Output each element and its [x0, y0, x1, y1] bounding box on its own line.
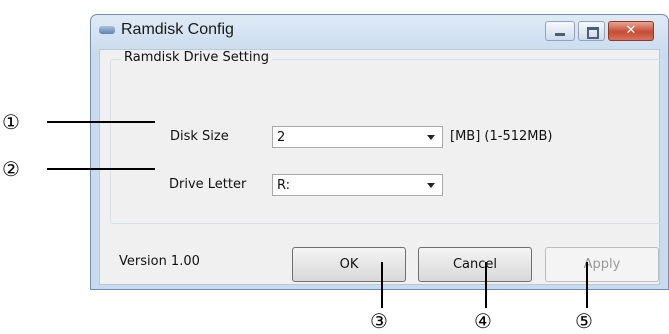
callout-1: ① [2, 110, 20, 134]
drive-letter-value: R: [277, 178, 291, 193]
drive-letter-combobox[interactable]: R: [272, 174, 443, 196]
callout-5-leader-line [586, 262, 588, 308]
disk-size-unit-hint: [MB] (1-512MB) [450, 129, 553, 144]
apply-button[interactable]: Apply [545, 247, 659, 282]
disk-size-value: 2 [277, 130, 286, 145]
disk-size-label: Disk Size [170, 129, 229, 144]
dialog-client-area: Ramdisk Drive Setting Disk Size 2 [MB] (… [99, 49, 663, 285]
maximize-button[interactable] [578, 21, 605, 41]
maximize-icon [587, 27, 599, 39]
window-title: Ramdisk Config [121, 21, 234, 38]
callout-5: ⑤ [575, 309, 593, 333]
drive-letter-label: Drive Letter [169, 177, 247, 192]
app-icon [99, 26, 115, 34]
group-label: Ramdisk Drive Setting [121, 50, 273, 65]
minimize-icon [555, 33, 565, 36]
minimize-button[interactable] [545, 21, 575, 41]
ramdisk-config-window: Ramdisk Config ✕ Ramdisk Drive Setting D… [90, 14, 669, 290]
title-bar[interactable]: Ramdisk Config ✕ [91, 15, 668, 47]
callout-2: ② [2, 157, 20, 181]
cancel-button[interactable]: Cancel [418, 247, 532, 282]
close-icon: ✕ [625, 23, 637, 38]
disk-size-combobox[interactable]: 2 [272, 126, 443, 148]
callout-4-leader-line [485, 262, 487, 308]
version-label: Version 1.00 [119, 254, 200, 269]
close-button[interactable]: ✕ [608, 21, 654, 41]
callout-4: ④ [474, 309, 492, 333]
callout-1-leader-line [47, 121, 155, 123]
callout-3: ③ [370, 309, 388, 333]
ok-button[interactable]: OK [292, 247, 406, 282]
chevron-down-icon[interactable] [427, 135, 435, 140]
chevron-down-icon[interactable] [427, 183, 435, 188]
callout-2-leader-line [47, 168, 155, 170]
callout-3-leader-line [381, 262, 383, 308]
